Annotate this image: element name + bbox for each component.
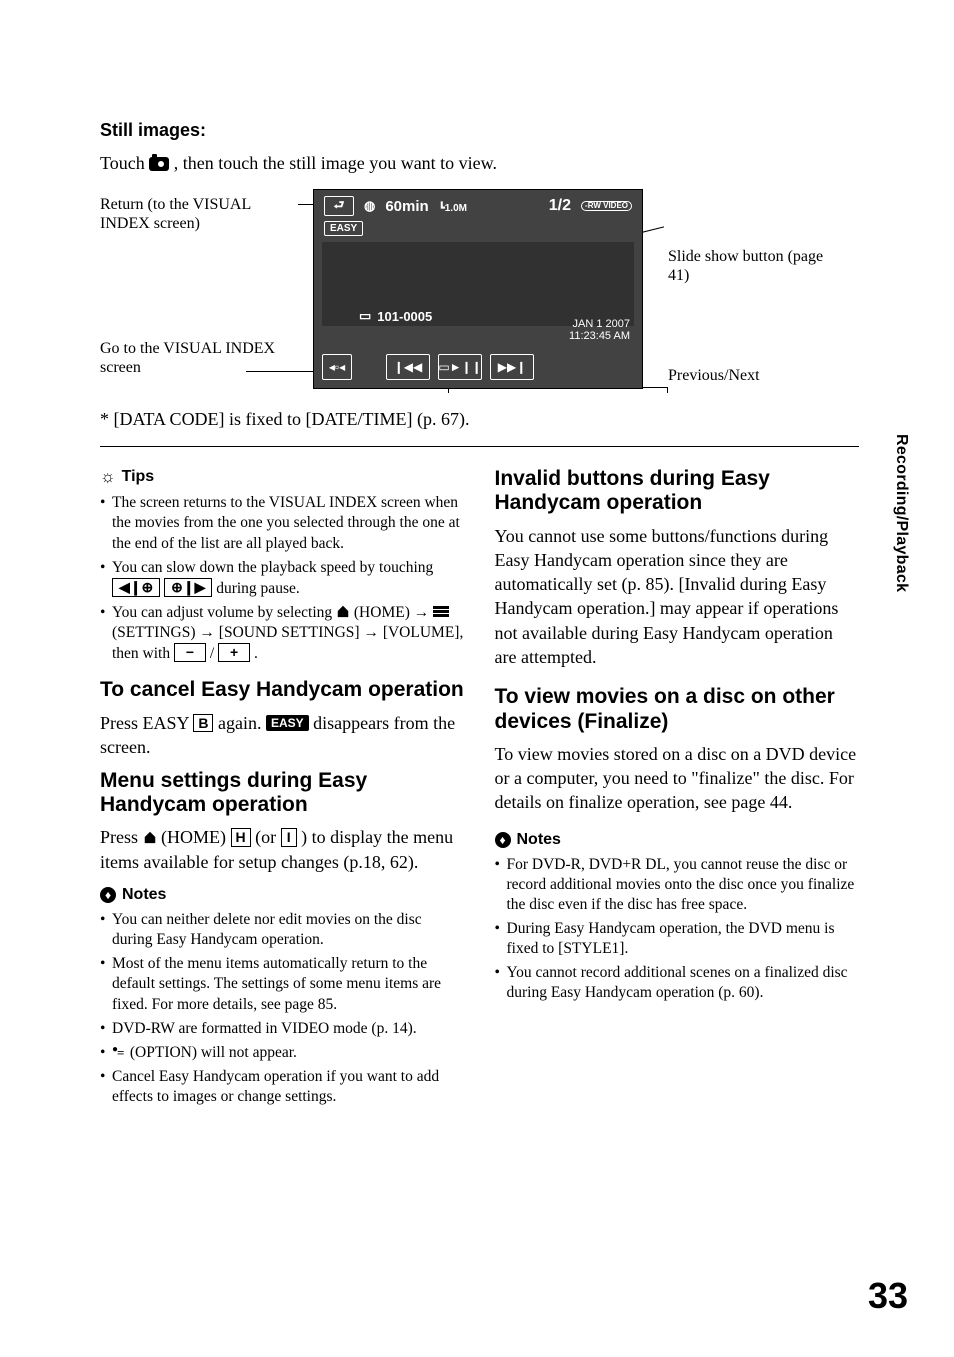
tip-text: You can adjust volume by selecting (112, 604, 336, 621)
tips-list: The screen returns to the VISUAL INDEX s… (100, 493, 465, 664)
return-button-icon: ⮐ (324, 196, 354, 216)
note-item: For DVD-R, DVD+R DL, you cannot reuse th… (495, 855, 860, 915)
section-divider (100, 446, 859, 447)
note-item: You cannot record additional scenes on a… (495, 963, 860, 1003)
date-stamp: JAN 1 2007 11:23:45 AM (569, 318, 630, 342)
notes-label: Notes (122, 886, 166, 904)
text: (or (255, 827, 281, 847)
sc-size: ┗1.0M (439, 203, 467, 214)
tips-icon (100, 467, 116, 487)
plus-button-icon: + (218, 643, 250, 662)
tip-text: / (210, 645, 218, 662)
sc-time: 60min (385, 198, 428, 215)
arrow-icon: → (414, 604, 430, 621)
text: Press EASY (100, 713, 193, 733)
tips-header: Tips (100, 467, 465, 487)
key-h: H (231, 828, 251, 847)
page-number: 33 (868, 1275, 908, 1317)
disc-icon: ◍ (364, 198, 375, 214)
still-images-heading: Still images: (100, 120, 859, 141)
slideshow-button: ▭►❙❙ (438, 354, 482, 380)
tip-item: You can adjust volume by selecting (HOME… (100, 603, 465, 664)
easy-badge: EASY (324, 221, 363, 236)
sc-media: -RW VIDEO (581, 201, 632, 211)
key-b: B (193, 714, 213, 733)
cancel-body: Press EASY B again. EASY disappears from… (100, 711, 465, 760)
slow-rev-icon: ◀❙⊕ (112, 578, 160, 597)
sc-folder: 101-0005 (377, 309, 432, 324)
visual-index-button: ◂▫◂ (322, 354, 352, 380)
still-intro-b: , then touch the still image you want to… (174, 153, 497, 173)
label-return: Return (to the VISUAL INDEX screen) (100, 195, 300, 233)
note-item: DVD-RW are formatted in VIDEO mode (p. 1… (100, 1019, 465, 1039)
note-item: (OPTION) will not appear. (100, 1043, 465, 1063)
footnote-datacode: * [DATA CODE] is fixed to [DATE/TIME] (p… (100, 409, 859, 430)
leader-line (246, 371, 316, 372)
camera-icon (149, 157, 169, 171)
minus-button-icon: − (174, 643, 206, 662)
notes-label: Notes (517, 831, 561, 849)
notes-icon: ♦ (100, 887, 116, 903)
sc-clock-line: 11:23:45 AM (569, 330, 630, 342)
tip-text: during pause. (216, 580, 300, 597)
finalize-heading: To view movies on a disc on other device… (495, 685, 860, 733)
invalid-body: You cannot use some buttons/functions du… (495, 524, 860, 670)
home-icon (336, 604, 350, 618)
text: (HOME) (161, 827, 231, 847)
side-tab: Recording/Playback (892, 434, 910, 592)
note-item: During Easy Handycam operation, the DVD … (495, 919, 860, 959)
prev-button: ❙◀◀ (386, 354, 430, 380)
tip-text: [SOUND SETTINGS] (219, 624, 364, 641)
option-icon (112, 1046, 126, 1058)
camera-lcd-screenshot: ⮐ ◍ 60min ┗1.0M 1/2 -RW VIDEO EASY ▭ 101… (313, 189, 643, 389)
tip-text: You can slow down the playback speed by … (112, 559, 433, 576)
settings-icon (433, 606, 449, 618)
folder-info: ▭ 101-0005 (359, 308, 432, 324)
label-prevnext: Previous/Next (668, 367, 848, 385)
still-intro: Touch , then touch the still image you w… (100, 151, 859, 175)
notes-header: ♦ Notes (100, 886, 465, 904)
label-slideshow: Slide show button (page 41) (668, 247, 848, 285)
sc-date-line: JAN 1 2007 (569, 318, 630, 330)
notes-list-left: You can neither delete nor edit movies o… (100, 910, 465, 1107)
arrow-icon: → (199, 624, 215, 641)
menu-body: Press (HOME) H (or I ) to display the me… (100, 825, 465, 874)
tip-text: (HOME) (354, 604, 414, 621)
key-i: I (281, 828, 297, 847)
home-icon (143, 830, 157, 844)
tip-text: . (254, 645, 258, 662)
cancel-heading: To cancel Easy Handycam operation (100, 678, 465, 702)
easy-pill: EASY (266, 715, 309, 731)
card-icon: ▭ (359, 308, 371, 324)
finalize-body: To view movies stored on a disc on a DVD… (495, 742, 860, 815)
left-column: Tips The screen returns to the VISUAL IN… (100, 467, 465, 1121)
invalid-heading: Invalid buttons during Easy Handycam ope… (495, 467, 860, 515)
playback-diagram: Return (to the VISUAL INDEX screen) Go t… (138, 189, 808, 399)
still-intro-a: Touch (100, 153, 149, 173)
text: Press (100, 827, 143, 847)
note-item: You can neither delete nor edit movies o… (100, 910, 465, 950)
right-column: Invalid buttons during Easy Handycam ope… (495, 467, 860, 1121)
notes-list-right: For DVD-R, DVD+R DL, you cannot reuse th… (495, 855, 860, 1004)
notes-icon: ♦ (495, 832, 511, 848)
notes-header-right: ♦ Notes (495, 831, 860, 849)
next-button: ▶▶❙ (490, 354, 534, 380)
text: again. (218, 713, 266, 733)
tips-label: Tips (122, 468, 155, 486)
note-item: Most of the menu items automatically ret… (100, 954, 465, 1014)
sc-count: 1/2 (549, 197, 571, 215)
slow-fwd-icon: ⊕❙▶ (164, 578, 212, 597)
tip-item: The screen returns to the VISUAL INDEX s… (100, 493, 465, 553)
note-item: Cancel Easy Handycam operation if you wa… (100, 1067, 465, 1107)
tip-text: (SETTINGS) (112, 624, 199, 641)
text: (OPTION) will not appear. (130, 1044, 297, 1061)
menu-heading: Menu settings during Easy Handycam opera… (100, 769, 465, 817)
arrow-icon: → (363, 624, 379, 641)
tip-item: You can slow down the playback speed by … (100, 558, 465, 599)
